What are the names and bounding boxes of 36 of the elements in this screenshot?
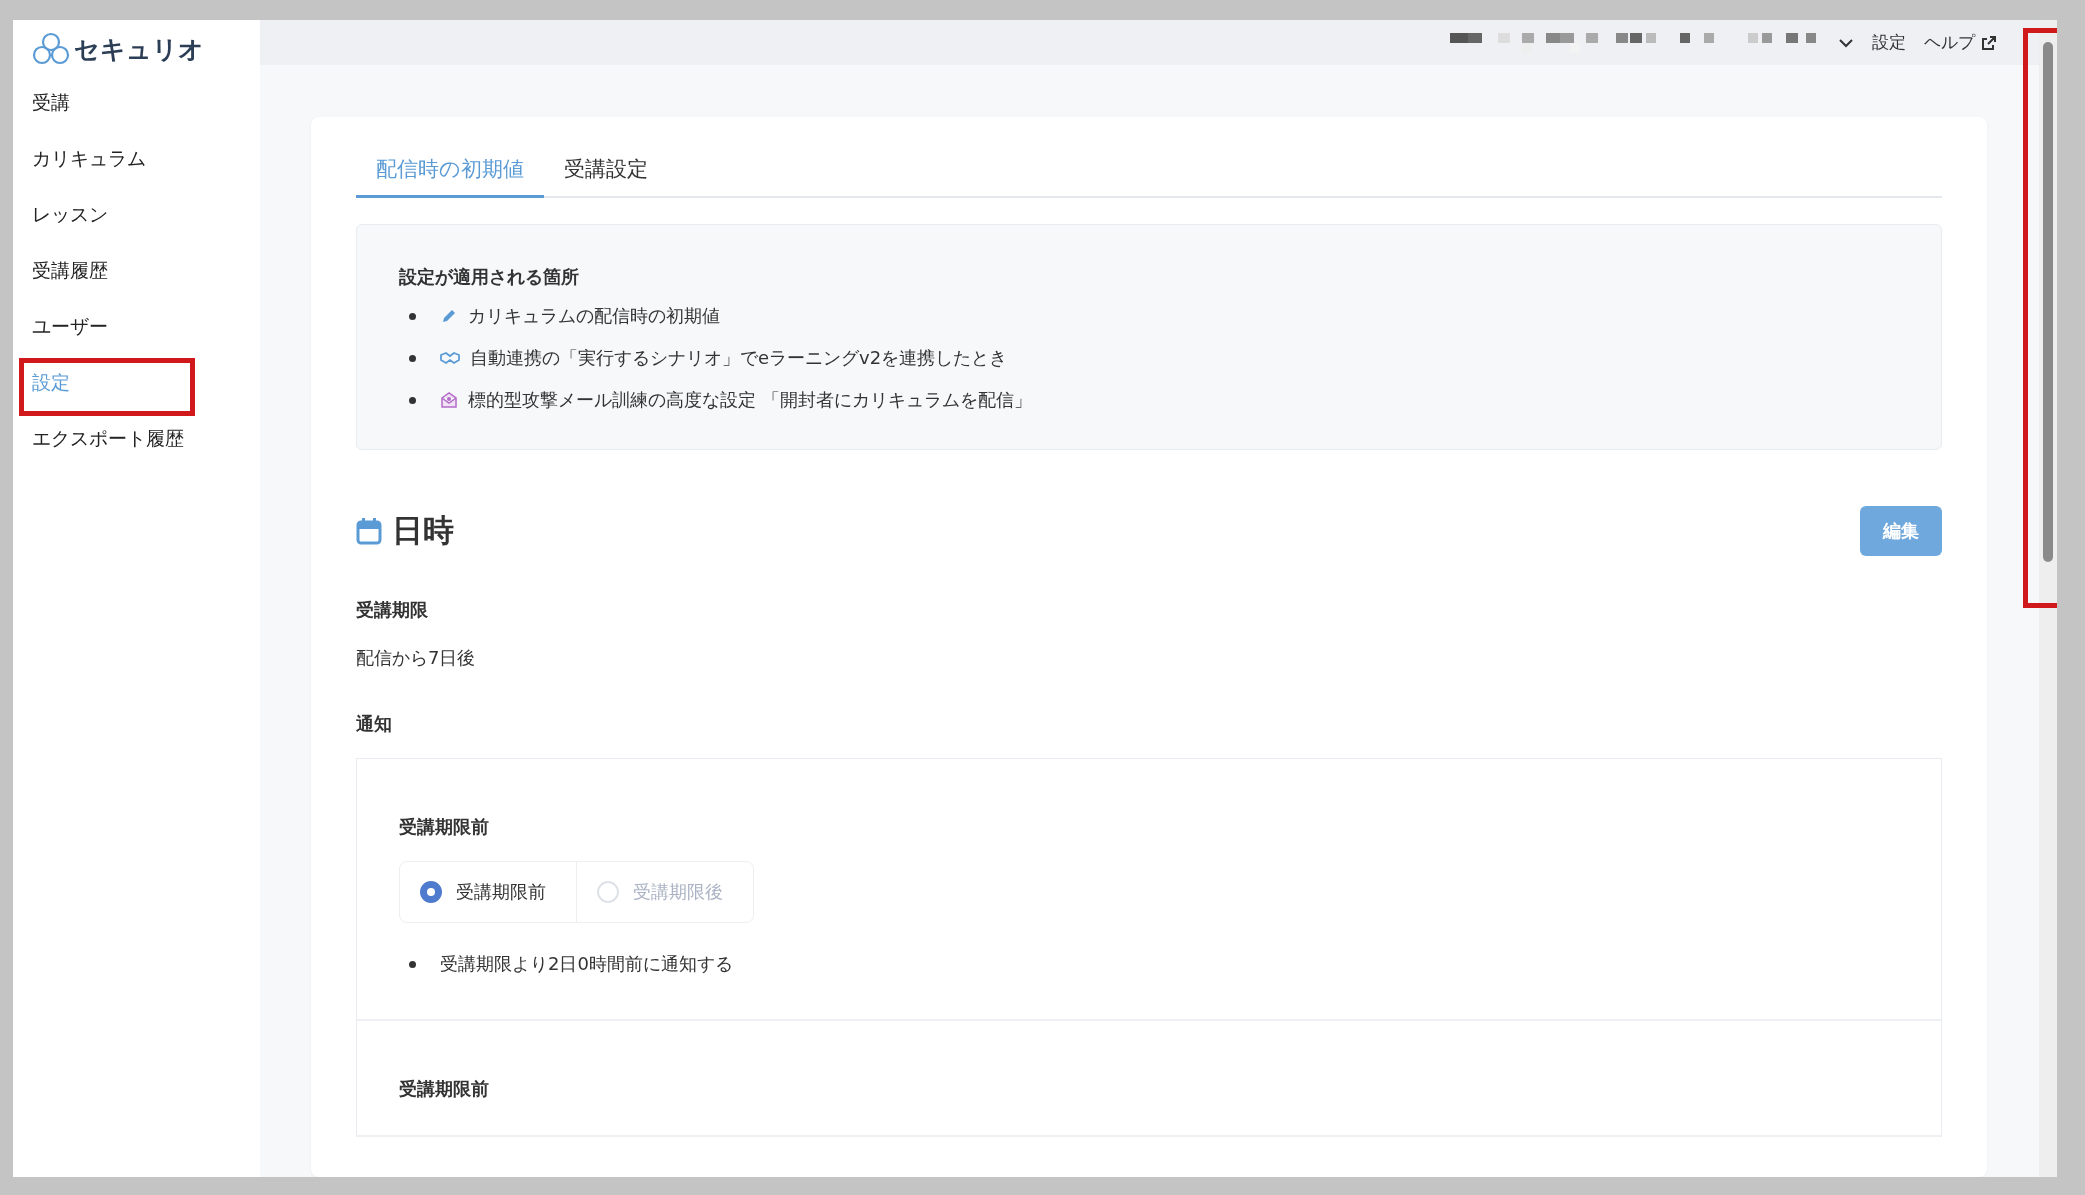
- radio-option[interactable]: 受講期限前: [400, 862, 576, 922]
- scrollbar-thumb[interactable]: [2043, 42, 2053, 562]
- sidebar-item[interactable]: カリキュラム: [32, 130, 260, 186]
- scrollbar[interactable]: [2039, 20, 2057, 1177]
- sidebar-item[interactable]: エクスポート履歴: [32, 410, 260, 466]
- sidebar-item[interactable]: 受講履歴: [32, 242, 260, 298]
- sidebar-item[interactable]: 受講: [32, 74, 260, 130]
- radio-label: 受講期限前: [456, 880, 546, 904]
- pencil-icon: [440, 307, 458, 325]
- calendar-icon: [356, 517, 382, 545]
- info-text: 標的型攻撃メール訓練の高度な設定 「開封者にカリキュラムを配信」: [468, 388, 1032, 412]
- info-text: 自動連携の「実行するシナリオ」でeラーニングv2を連携したとき: [470, 346, 1008, 370]
- sidebar-item[interactable]: ユーザー: [32, 298, 260, 354]
- field-label: 通知: [356, 712, 393, 736]
- note-text: 受講期限より2日0時間前に通知する: [440, 952, 733, 976]
- bullet-icon: [409, 354, 416, 362]
- help-link[interactable]: ヘルプ: [1924, 31, 1997, 54]
- notification-title: 受講期限前: [399, 1077, 490, 1101]
- tab[interactable]: 受講設定: [544, 143, 668, 198]
- info-text: カリキュラムの配信時の初期値: [468, 304, 720, 328]
- sidebar-item[interactable]: レッスン: [32, 186, 260, 242]
- chevron-down-icon[interactable]: [1838, 37, 1854, 48]
- notification-title: 受講期限前: [399, 815, 490, 839]
- external-link-icon: [1981, 34, 1997, 51]
- logo-text: セキュリオ: [74, 33, 204, 66]
- envelope-icon: [440, 391, 458, 409]
- info-title: 設定が適用される箇所: [399, 265, 580, 289]
- bullet-icon: [409, 312, 416, 320]
- bullet-icon: [409, 396, 416, 404]
- field-label: 受講期限: [356, 598, 429, 622]
- logo-icon: [32, 32, 70, 66]
- radio-label: 受講期限後: [633, 880, 723, 904]
- field-value: 配信から7日後: [356, 646, 477, 670]
- section-title: 日時: [392, 511, 455, 550]
- bullet-icon: [409, 960, 416, 968]
- settings-link[interactable]: 設定: [1872, 31, 1906, 54]
